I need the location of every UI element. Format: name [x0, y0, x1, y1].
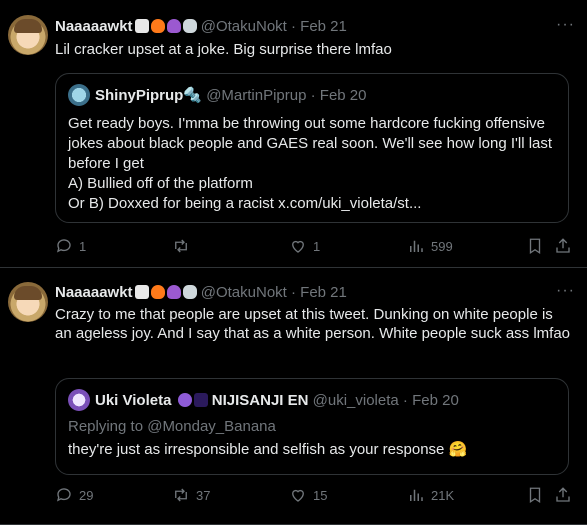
repost-button[interactable]	[172, 237, 196, 255]
like-icon	[292, 240, 304, 253]
fire-emoji-icon	[150, 19, 165, 33]
quote-text: Get ready boys. I'mma be throwing out so…	[68, 115, 553, 212]
reply-icon	[56, 488, 71, 502]
like-count: 1	[313, 238, 321, 254]
bookmark-icon	[529, 238, 541, 255]
bookmark-icon	[529, 487, 541, 504]
views-button[interactable]: 599	[407, 237, 453, 255]
quoted-tweet[interactable]: Uki Violeta NIJISANJI EN @uki_violeta · …	[55, 378, 569, 475]
quote-header: Uki Violeta NIJISANJI EN @uki_violeta · …	[68, 389, 459, 411]
replying-to: Replying to @Monday_Banana	[68, 418, 276, 435]
share-icon	[556, 238, 570, 253]
timestamp[interactable]: Feb 21	[300, 284, 347, 301]
action-bar: 1 1 599	[55, 237, 575, 257]
action-bar: 29 37 15 21K	[55, 486, 575, 506]
share-button[interactable]	[554, 237, 572, 255]
reply-button[interactable]: 1	[55, 237, 86, 255]
dove-emoji-icon	[182, 19, 197, 33]
quote-author-name: ShinyPiprup🔩	[95, 87, 203, 104]
author-name[interactable]: Naaaaawkt	[55, 18, 133, 35]
like-button[interactable]: 15	[289, 486, 327, 504]
repost-icon	[175, 488, 187, 502]
bookmark-button[interactable]	[526, 486, 544, 504]
dove-emoji-icon	[182, 285, 197, 299]
crystal-ball-emoji-icon	[177, 393, 192, 407]
quote-author-handle: @uki_violeta	[312, 392, 399, 409]
quoted-tweet[interactable]: ShinyPiprup🔩 @MartinPiprup · Feb 20 Get …	[55, 73, 569, 223]
tweet[interactable]: Naaaaawkt @OtakuNokt · Feb 21 ··· Crazy …	[0, 268, 587, 525]
like-button[interactable]: 1	[289, 237, 320, 255]
view-count: 21K	[431, 487, 455, 503]
reply-button[interactable]: 29	[55, 486, 93, 504]
bookmark-button[interactable]	[526, 237, 544, 255]
views-button[interactable]: 21K	[407, 486, 454, 504]
quote-text: they're just as irresponsible and selfis…	[68, 441, 468, 458]
more-options-button[interactable]: ···	[556, 16, 575, 34]
tweet-header: Naaaaawkt @OtakuNokt · Feb 21	[55, 284, 347, 301]
quote-avatar[interactable]	[68, 84, 90, 106]
like-count: 15	[313, 487, 328, 503]
quote-author-name: Uki Violeta	[95, 392, 172, 409]
separator-dot: ·	[310, 87, 316, 104]
reply-icon	[56, 239, 71, 253]
ambulance-emoji-icon	[134, 285, 149, 299]
timestamp[interactable]: Feb 21	[300, 18, 347, 35]
views-icon	[410, 489, 423, 501]
share-icon	[556, 487, 570, 502]
tweet-text: Lil cracker upset at a joke. Big surpris…	[55, 41, 392, 58]
avatar[interactable]	[8, 15, 48, 55]
ambulance-emoji-icon	[134, 19, 149, 33]
quote-author-handle: @MartinPiprup	[206, 87, 307, 104]
repost-button[interactable]: 37	[172, 486, 210, 504]
view-count: 599	[431, 238, 453, 254]
octopus-emoji-icon	[166, 19, 181, 33]
like-icon	[292, 489, 304, 502]
author-name[interactable]: Naaaaawkt	[55, 284, 133, 301]
author-handle[interactable]: @OtakuNokt	[201, 284, 287, 301]
reply-count: 1	[79, 238, 87, 254]
more-options-button[interactable]: ···	[556, 282, 575, 300]
tweet[interactable]: Naaaaawkt @OtakuNokt · Feb 21 ··· Lil cr…	[0, 0, 587, 268]
quote-header: ShinyPiprup🔩 @MartinPiprup · Feb 20	[68, 84, 367, 106]
quote-avatar[interactable]	[68, 389, 90, 411]
tweet-text: Crazy to me that people are upset at thi…	[55, 306, 571, 342]
share-button[interactable]	[554, 486, 572, 504]
separator-dot: ·	[291, 18, 296, 35]
separator-dot: ·	[291, 284, 296, 301]
reply-count: 29	[79, 487, 94, 503]
night-sky-emoji-icon	[193, 393, 208, 407]
quote-timestamp: Feb 20	[412, 392, 459, 409]
author-handle[interactable]: @OtakuNokt	[201, 18, 287, 35]
quote-author-suffix: NIJISANJI EN	[211, 392, 309, 409]
avatar[interactable]	[8, 282, 48, 322]
tweet-header: Naaaaawkt @OtakuNokt · Feb 21	[55, 18, 347, 35]
fire-emoji-icon	[150, 285, 165, 299]
separator-dot: ·	[402, 392, 408, 409]
views-icon	[410, 240, 423, 252]
repost-count: 37	[196, 487, 211, 503]
quote-timestamp: Feb 20	[319, 87, 367, 104]
octopus-emoji-icon	[166, 285, 181, 299]
repost-icon	[175, 239, 187, 253]
